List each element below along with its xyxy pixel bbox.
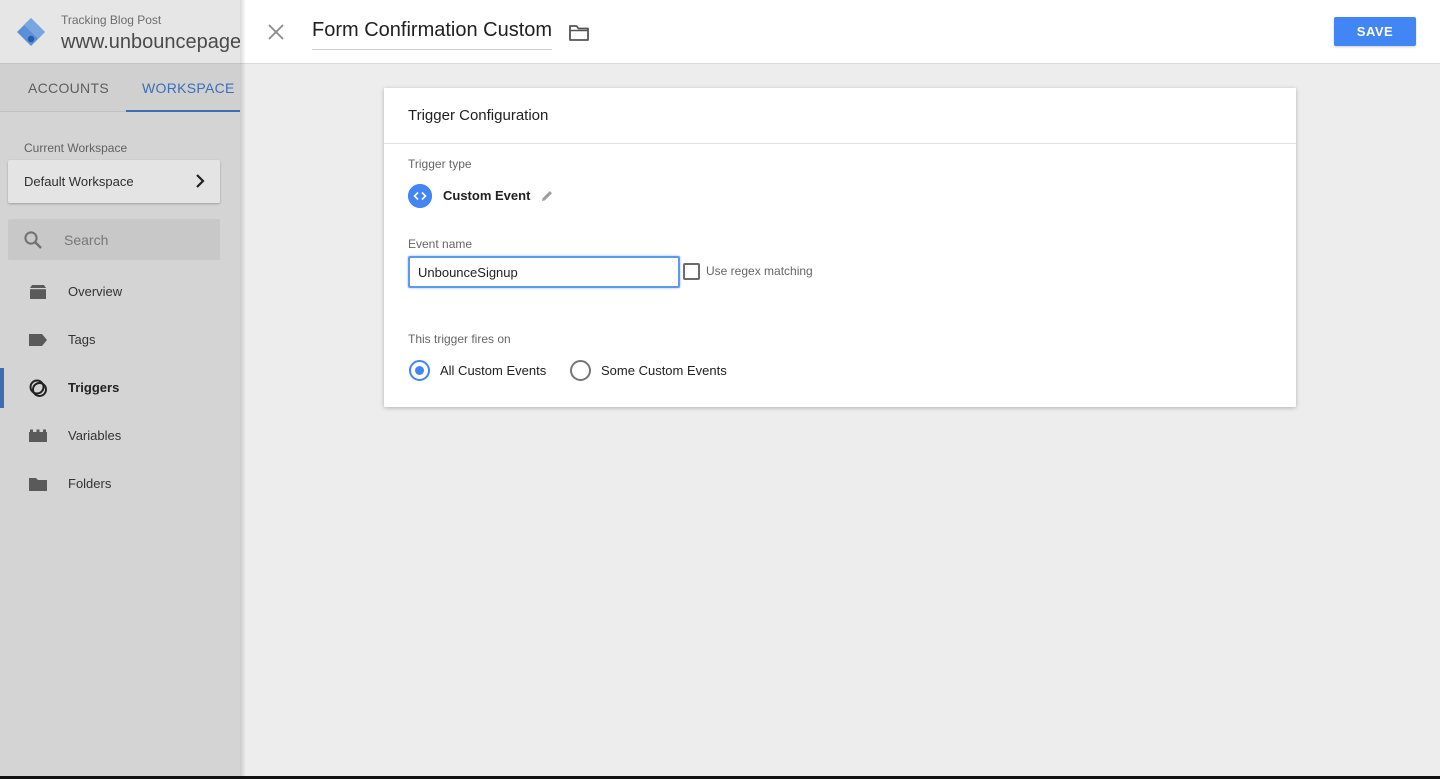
close-icon[interactable] [264, 20, 288, 44]
current-workspace-label: Current Workspace [24, 141, 128, 155]
search-box [8, 219, 220, 260]
sidebar-item-label: Variables [68, 428, 122, 443]
tab-workspace[interactable]: WORKSPACE [142, 64, 235, 112]
tab-active-indicator [126, 110, 240, 112]
regex-checkbox[interactable] [683, 263, 700, 280]
container-title[interactable]: www.unbouncepage [61, 31, 240, 54]
trigger-type-label: Trigger type [408, 157, 472, 171]
radio-some-custom-events[interactable] [570, 360, 591, 381]
event-name-input[interactable] [408, 256, 680, 288]
trigger-editor-panel: Form Confirmation Custom SAVE Trigger Co… [240, 0, 1440, 776]
trigger-name-field[interactable]: Form Confirmation Custom [312, 19, 553, 50]
regex-label: Use regex matching [706, 264, 813, 278]
active-indicator [0, 368, 4, 408]
sidebar-item-label: Folders [68, 476, 112, 491]
trigger-icon [29, 379, 47, 397]
fires-on-label: This trigger fires on [408, 332, 511, 346]
tab-accounts[interactable]: ACCOUNTS [28, 64, 109, 112]
radio-label-some[interactable]: Some Custom Events [601, 363, 727, 378]
sidebar-item-folders[interactable]: Folders [0, 464, 240, 504]
custom-event-icon[interactable] [408, 184, 432, 208]
panel-shadow [240, 0, 246, 776]
sidebar-item-label: Tags [68, 332, 96, 347]
container-header: Tracking Blog Post www.unbouncepage [0, 0, 240, 64]
overview-icon [30, 285, 46, 299]
save-button[interactable]: SAVE [1334, 17, 1416, 46]
radio-all-custom-events[interactable] [409, 360, 430, 381]
search-input[interactable] [64, 230, 204, 250]
pencil-icon[interactable] [540, 189, 554, 203]
trigger-type-value[interactable]: Custom Event [443, 188, 530, 203]
variables-icon [29, 429, 47, 442]
card-title: Trigger Configuration [408, 107, 549, 124]
folder-icon [29, 478, 47, 491]
sidebar: Tracking Blog Post www.unbouncepage ACCO… [0, 0, 240, 776]
editor-header: Form Confirmation Custom SAVE [240, 0, 1440, 64]
event-name-label: Event name [408, 237, 473, 251]
sidebar-item-overview[interactable]: Overview [0, 272, 240, 312]
sidebar-item-variables[interactable]: Variables [0, 416, 240, 456]
radio-label-all[interactable]: All Custom Events [440, 363, 546, 378]
sidebar-item-label: Overview [68, 284, 123, 299]
sidebar-item-label: Triggers [68, 380, 120, 395]
sidebar-item-tags[interactable]: Tags [0, 320, 240, 360]
sidebar-tabs: ACCOUNTS WORKSPACE [0, 64, 240, 112]
search-icon [24, 231, 42, 249]
tag-icon [29, 334, 47, 346]
trigger-configuration-card: Trigger Configuration Trigger type Custo… [384, 88, 1296, 407]
workspace-selector[interactable]: Default Workspace [8, 160, 220, 203]
container-subtitle: Tracking Blog Post [61, 13, 162, 27]
folder-outline-icon[interactable] [568, 22, 590, 44]
workspace-name: Default Workspace [24, 174, 134, 189]
sidebar-item-triggers[interactable]: Triggers [0, 368, 240, 408]
chevron-right-icon [196, 174, 205, 188]
gtm-logo-icon [17, 18, 45, 46]
divider [384, 143, 1296, 144]
